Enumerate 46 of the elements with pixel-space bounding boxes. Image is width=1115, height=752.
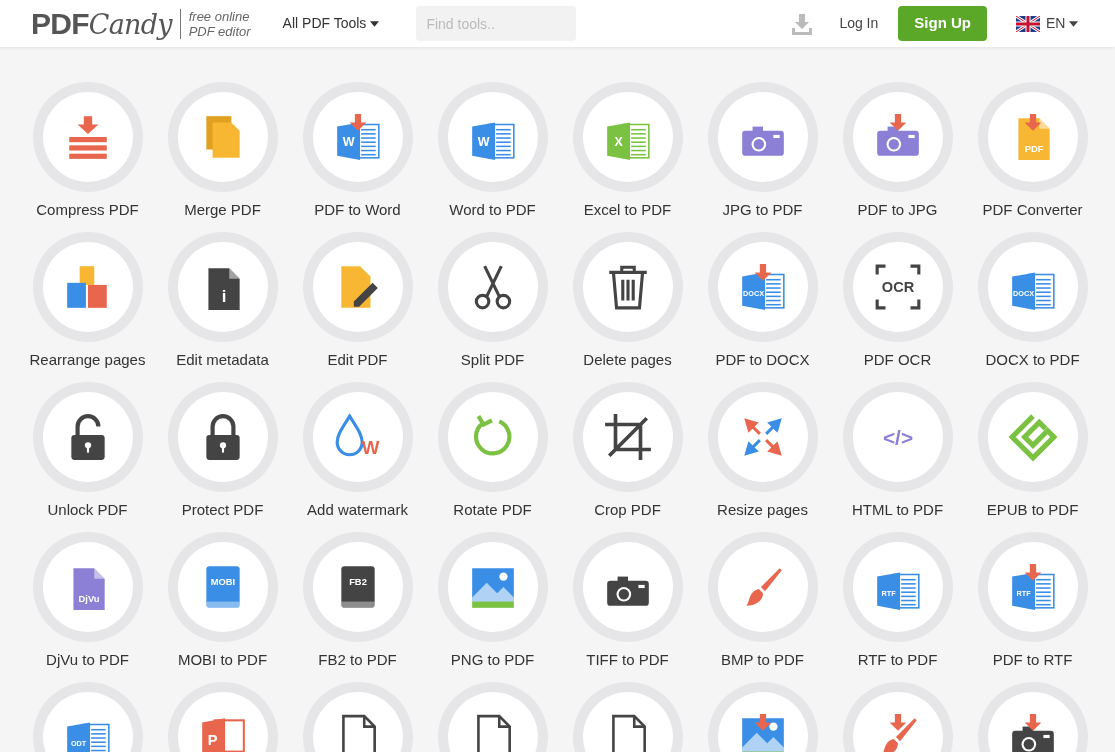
tool-label[interactable]: Crop PDF [594, 500, 661, 520]
download-icon[interactable] [790, 11, 815, 36]
tool-label[interactable]: DjVu to PDF [46, 650, 129, 670]
tool-label[interactable]: PDF to DOCX [715, 350, 810, 370]
tool-label[interactable]: Excel to PDF [583, 200, 672, 220]
tool-label[interactable]: Compress PDF [36, 200, 139, 220]
tools-menu-button[interactable]: All PDF Tools [282, 13, 380, 34]
tool-label[interactable]: JPG to PDF [722, 200, 803, 220]
tool-tile[interactable]: FB2 [302, 532, 413, 642]
tool-label[interactable]: PNG to PDF [450, 650, 535, 670]
tool-label[interactable]: FB2 to PDF [318, 650, 397, 670]
caret-icon [370, 20, 380, 27]
tool-label[interactable]: DOCX to PDF [985, 350, 1080, 370]
caret-icon [1069, 20, 1079, 27]
tool-label[interactable]: TIFF to PDF [586, 650, 669, 670]
tool-label[interactable]: Protect PDF [181, 500, 264, 520]
tool-label[interactable]: Edit PDF [327, 350, 388, 370]
tool-label[interactable]: RTF to PDF [857, 650, 938, 670]
tool-label[interactable]: Word to PDF [449, 200, 536, 220]
tool-label[interactable]: PDF OCR [863, 350, 932, 370]
tool-tile[interactable]: i [167, 232, 278, 342]
tool-label[interactable]: PDF to RTF [992, 650, 1073, 670]
login-link[interactable]: Log In [839, 13, 879, 34]
tool-tile[interactable]: OCR [842, 232, 953, 342]
tool-label[interactable]: Resize pages [717, 500, 808, 520]
tool-label[interactable]: PDF Converter [982, 200, 1083, 220]
flag-icon[interactable] [1016, 15, 1040, 32]
logo[interactable]: PDFCandy [31, 8, 172, 39]
tagline-text: PDF editor [188, 23, 251, 39]
tool-label[interactable]: BMP to PDF [720, 650, 805, 670]
tool-label[interactable]: MOBI to PDF [177, 650, 268, 670]
tool-label[interactable]: Rotate PDF [453, 500, 532, 520]
tool-label[interactable]: PDF to Word [314, 200, 401, 220]
tool-label[interactable]: Delete pages [583, 350, 672, 370]
tool-label[interactable]: Rearrange pages [29, 350, 146, 370]
tool-label[interactable]: PDF to JPG [857, 200, 938, 220]
tagline-text: free online [188, 8, 251, 24]
tool-label[interactable]: Edit metadata [176, 350, 269, 370]
language-button[interactable]: EN [1046, 13, 1079, 34]
tool-label[interactable]: HTML to PDF [851, 500, 944, 520]
tool-label[interactable]: EPUB to PDF [986, 500, 1079, 520]
tool-label[interactable]: Merge PDF [184, 200, 261, 220]
tool-label[interactable]: Unlock PDF [47, 500, 128, 520]
code-icon: </> [872, 412, 923, 462]
tool-label[interactable]: Split PDF [460, 350, 525, 370]
tool-label[interactable]: Add watermark [307, 500, 408, 520]
